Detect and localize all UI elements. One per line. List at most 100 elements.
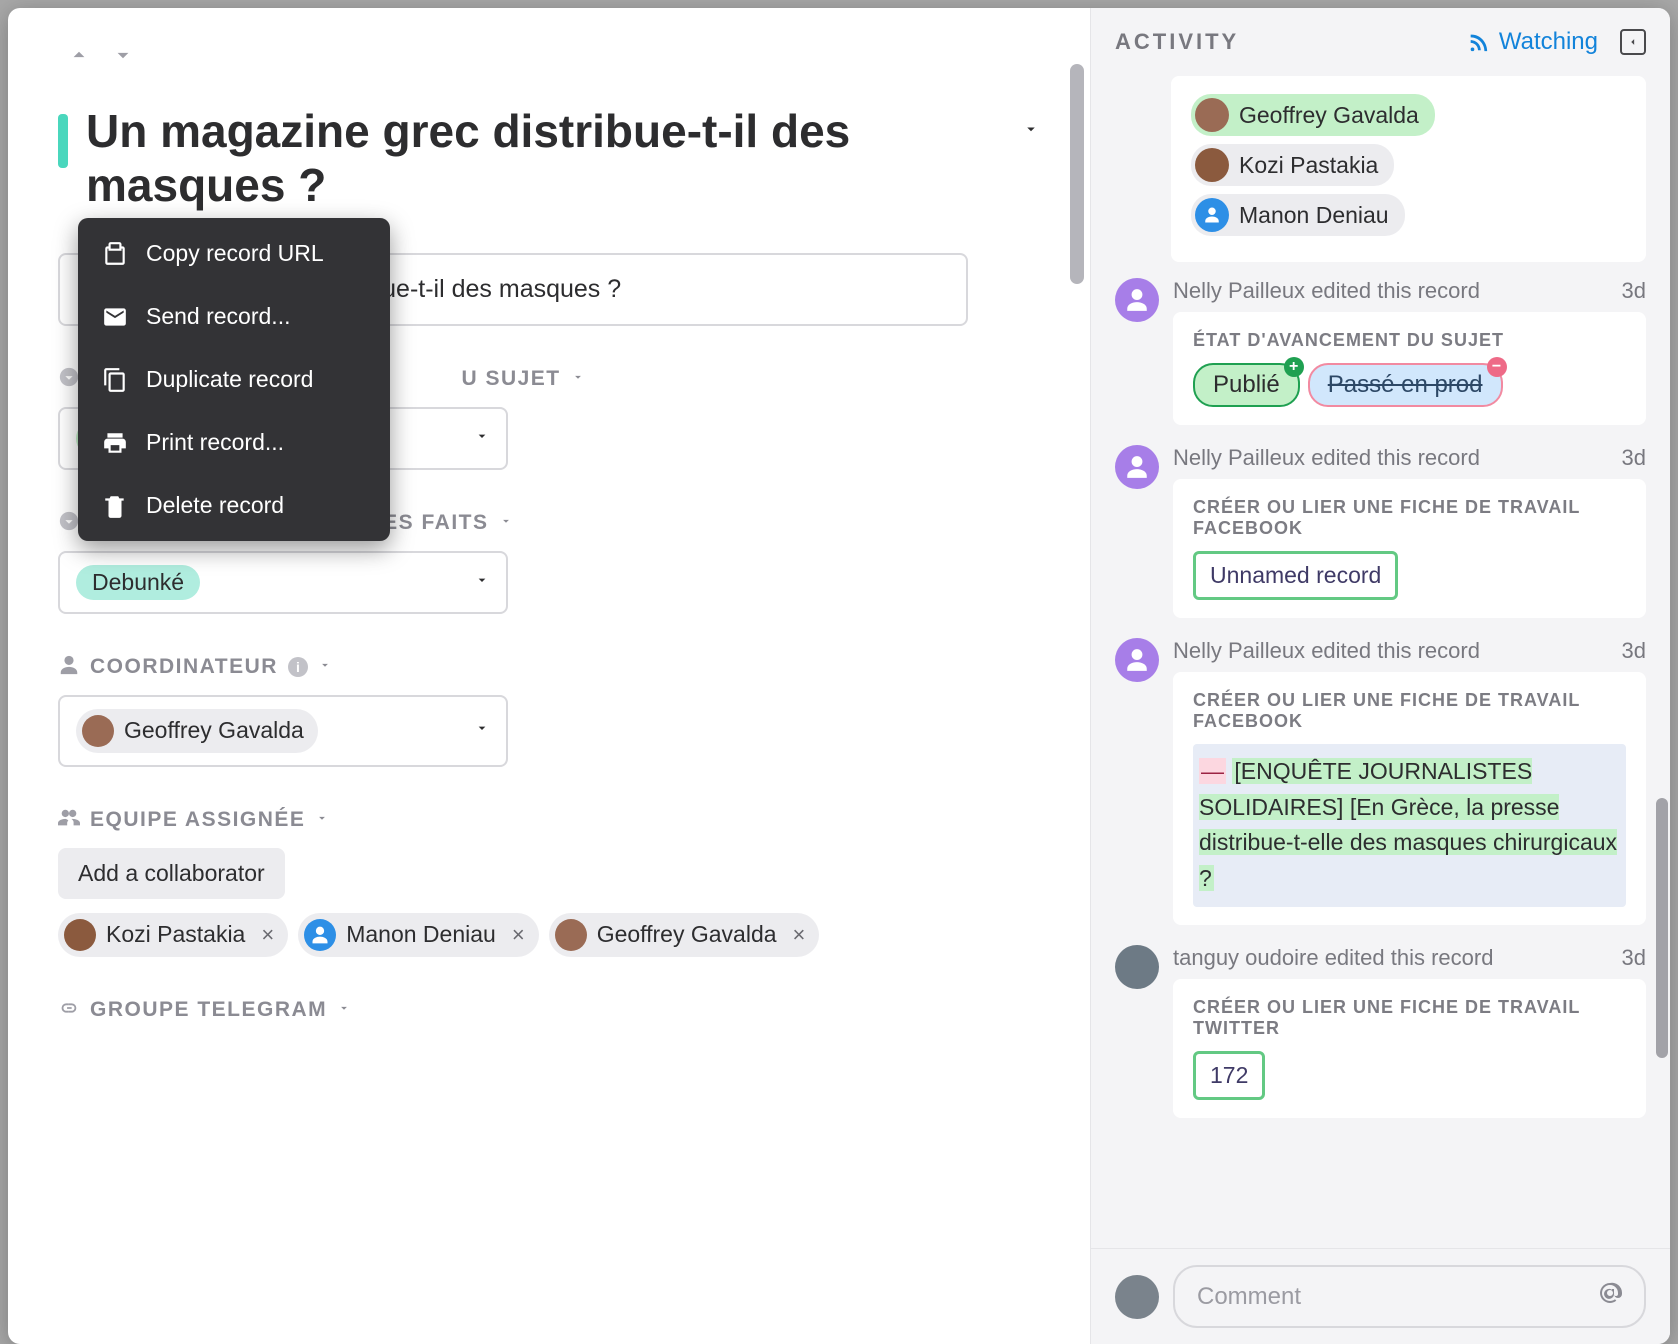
- activity-field-name: ÉTAT D'AVANCEMENT DU SUJET: [1193, 330, 1626, 351]
- field-menu-caret-icon[interactable]: [315, 811, 329, 830]
- remove-icon[interactable]: ×: [512, 922, 525, 948]
- avatar: [304, 919, 336, 951]
- avatar: [1115, 278, 1159, 322]
- status-added: Publié+: [1193, 363, 1300, 407]
- people-field-icon: [58, 807, 80, 834]
- verification-select[interactable]: Debunké: [58, 551, 508, 614]
- mention-icon[interactable]: [1598, 1281, 1622, 1312]
- team-member-name: Kozi Pastakia: [106, 921, 245, 948]
- menu-copy-label: Copy record URL: [146, 240, 324, 267]
- activity-line: Nelly Pailleux edited this record: [1173, 638, 1480, 664]
- avatar: [64, 919, 96, 951]
- chevron-down-icon: [474, 428, 490, 449]
- plus-badge-icon: +: [1284, 357, 1304, 377]
- menu-duplicate-label: Duplicate record: [146, 366, 313, 393]
- activity-card: Geoffrey Gavalda Kozi Pastakia Manon Den…: [1171, 76, 1646, 262]
- field-menu-caret-icon[interactable]: [318, 658, 332, 677]
- collapse-sidebar-icon[interactable]: [1620, 29, 1646, 55]
- activity-time: 3d: [1622, 638, 1646, 664]
- record-nav: [66, 42, 136, 73]
- activity-field-name: CRÉER OU LIER UNE FICHE DE TRAVAIL TWITT…: [1193, 997, 1626, 1039]
- menu-delete-label: Delete record: [146, 492, 284, 519]
- linked-record[interactable]: Unnamed record: [1193, 551, 1398, 600]
- field-menu-caret-icon[interactable]: [337, 1001, 351, 1020]
- menu-send-label: Send record...: [146, 303, 290, 330]
- trash-icon: [102, 493, 128, 519]
- menu-copy-url[interactable]: Copy record URL: [78, 222, 390, 285]
- coordinator-select[interactable]: Geoffrey Gavalda: [58, 695, 508, 767]
- remove-icon[interactable]: ×: [261, 922, 274, 948]
- verification-value: Debunké: [76, 565, 200, 600]
- activity-chip: Geoffrey Gavalda: [1191, 94, 1435, 136]
- activity-field-name: CRÉER OU LIER UNE FICHE DE TRAVAIL FACEB…: [1193, 497, 1626, 539]
- activity-line: Nelly Pailleux edited this record: [1173, 278, 1480, 304]
- watching-toggle[interactable]: Watching: [1467, 28, 1598, 56]
- field-menu-caret-icon[interactable]: [571, 370, 585, 389]
- watching-label: Watching: [1499, 28, 1598, 56]
- next-record-icon[interactable]: [110, 42, 136, 73]
- dropdown-field-icon: [58, 366, 80, 393]
- team-chip[interactable]: Kozi Pastakia ×: [58, 913, 288, 957]
- activity-header-title: ACTIVITY: [1115, 29, 1239, 55]
- team-chips: Kozi Pastakia × Manon Deniau × Geoffrey Ga…: [58, 913, 1040, 957]
- field-menu-caret-icon[interactable]: [499, 514, 513, 533]
- text-diff: — [ENQUÊTE JOURNALISTES SOLIDAIRES] [En …: [1193, 744, 1626, 907]
- link-field-icon: [58, 997, 80, 1024]
- activity-chip: Kozi Pastakia: [1191, 144, 1394, 186]
- coordinator-field-label: COORDINATEUR: [90, 655, 278, 679]
- activity-entry: Nelly Pailleux edited this record 3d CRÉ…: [1115, 638, 1646, 941]
- add-collaborator-button[interactable]: Add a collaborator: [58, 848, 285, 899]
- info-icon[interactable]: i: [288, 657, 308, 677]
- record-window: Un magazine grec distribue-t-il des masq…: [8, 8, 1670, 1344]
- comment-bar: Comment: [1091, 1248, 1670, 1344]
- activity-chip: Manon Deniau: [1191, 194, 1405, 236]
- record-main: Un magazine grec distribue-t-il des masq…: [8, 8, 1090, 1344]
- diff-removed: —: [1199, 758, 1226, 784]
- avatar: [1115, 945, 1159, 989]
- avatar: [1115, 445, 1159, 489]
- avatar: [82, 715, 114, 747]
- record-menu-trigger[interactable]: [1022, 120, 1040, 143]
- avatar: [1115, 638, 1159, 682]
- menu-print-record[interactable]: Print record...: [78, 411, 390, 474]
- activity-field-name: CRÉER OU LIER UNE FICHE DE TRAVAIL FACEB…: [1193, 690, 1626, 732]
- scrollbar-thumb[interactable]: [1070, 64, 1084, 284]
- name-input-value: ue-t-il des masques ?: [382, 275, 621, 303]
- clipboard-icon: [102, 241, 128, 267]
- menu-delete-record[interactable]: Delete record: [78, 474, 390, 537]
- chevron-down-icon: [474, 572, 490, 593]
- status-removed: Passé en prod−: [1308, 363, 1503, 407]
- activity-time: 3d: [1622, 945, 1646, 971]
- activity-entry: tanguy oudoire edited this record 3d CRÉ…: [1115, 945, 1646, 1134]
- avatar: [1195, 98, 1229, 132]
- mail-icon: [102, 304, 128, 330]
- linked-record[interactable]: 172: [1193, 1051, 1265, 1100]
- dropdown-field-icon: [58, 510, 80, 537]
- comment-placeholder: Comment: [1197, 1283, 1301, 1311]
- activity-feed[interactable]: Geoffrey Gavalda Kozi Pastakia Manon Den…: [1091, 76, 1670, 1248]
- activity-entry: Nelly Pailleux edited this record 3d ÉTA…: [1115, 278, 1646, 441]
- person-field-icon: [58, 654, 80, 681]
- chevron-down-icon: [474, 720, 490, 741]
- avatar: [1195, 148, 1229, 182]
- rss-icon: [1467, 31, 1489, 53]
- current-user-avatar: [1115, 1275, 1159, 1319]
- comment-input[interactable]: Comment: [1173, 1265, 1646, 1328]
- scrollbar-thumb[interactable]: [1656, 798, 1668, 1058]
- remove-icon[interactable]: ×: [793, 922, 806, 948]
- activity-time: 3d: [1622, 445, 1646, 471]
- telegram-field-label: GROUPE TELEGRAM: [90, 998, 327, 1022]
- team-chip[interactable]: Manon Deniau ×: [298, 913, 538, 957]
- record-title[interactable]: Un magazine grec distribue-t-il des masq…: [86, 104, 1004, 213]
- activity-entry: Nelly Pailleux edited this record 3d CRÉ…: [1115, 445, 1646, 634]
- prev-record-icon[interactable]: [66, 42, 92, 73]
- menu-duplicate-record[interactable]: Duplicate record: [78, 348, 390, 411]
- activity-sidebar: ACTIVITY Watching Geoffrey Gavalda Kozi …: [1090, 8, 1670, 1344]
- minus-badge-icon: −: [1487, 357, 1507, 377]
- menu-send-record[interactable]: Send record...: [78, 285, 390, 348]
- avatar: [1195, 198, 1229, 232]
- team-member-name: Geoffrey Gavalda: [597, 921, 777, 948]
- coordinator-value: Geoffrey Gavalda: [124, 717, 304, 744]
- team-member-name: Manon Deniau: [346, 921, 496, 948]
- team-chip[interactable]: Geoffrey Gavalda ×: [549, 913, 820, 957]
